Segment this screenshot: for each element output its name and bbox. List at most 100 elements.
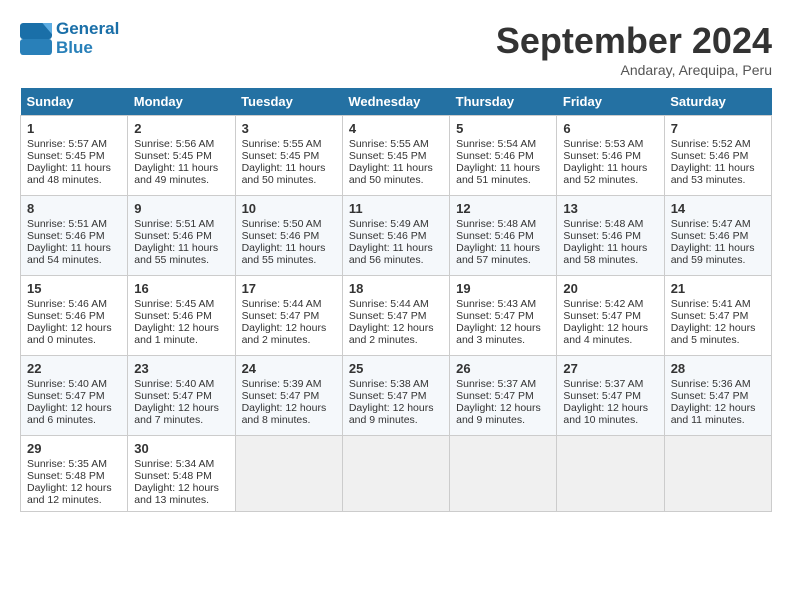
day-detail: Sunset: 5:46 PM [671,150,765,162]
day-detail: Sunrise: 5:37 AM [456,378,550,390]
day-number: 26 [456,361,550,376]
day-detail: and 9 minutes. [456,414,550,426]
day-detail: Daylight: 12 hours [134,482,228,494]
calendar-cell: 29Sunrise: 5:35 AMSunset: 5:48 PMDayligh… [21,436,128,512]
day-detail: Sunrise: 5:40 AM [134,378,228,390]
calendar-cell: 14Sunrise: 5:47 AMSunset: 5:46 PMDayligh… [664,196,771,276]
day-detail: Sunrise: 5:51 AM [134,218,228,230]
calendar-cell: 26Sunrise: 5:37 AMSunset: 5:47 PMDayligh… [450,356,557,436]
day-detail: and 11 minutes. [671,414,765,426]
weekday-header-tuesday: Tuesday [235,88,342,116]
calendar-cell: 8Sunrise: 5:51 AMSunset: 5:46 PMDaylight… [21,196,128,276]
calendar-cell: 9Sunrise: 5:51 AMSunset: 5:46 PMDaylight… [128,196,235,276]
day-number: 14 [671,201,765,216]
day-number: 30 [134,441,228,456]
day-detail: Daylight: 12 hours [27,402,121,414]
day-detail: Sunset: 5:47 PM [349,310,443,322]
day-detail: Sunset: 5:47 PM [563,390,657,402]
day-detail: Sunrise: 5:49 AM [349,218,443,230]
day-detail: Sunset: 5:45 PM [27,150,121,162]
day-detail: and 2 minutes. [349,334,443,346]
day-number: 23 [134,361,228,376]
day-detail: Sunrise: 5:57 AM [27,138,121,150]
day-detail: Sunrise: 5:44 AM [349,298,443,310]
day-detail: and 54 minutes. [27,254,121,266]
calendar-cell: 25Sunrise: 5:38 AMSunset: 5:47 PMDayligh… [342,356,449,436]
calendar-cell: 19Sunrise: 5:43 AMSunset: 5:47 PMDayligh… [450,276,557,356]
day-detail: Daylight: 12 hours [349,322,443,334]
day-detail: Daylight: 11 hours [671,162,765,174]
day-detail: Daylight: 11 hours [563,162,657,174]
day-detail: Sunrise: 5:38 AM [349,378,443,390]
day-detail: Daylight: 12 hours [242,402,336,414]
day-number: 7 [671,121,765,136]
day-detail: Sunset: 5:46 PM [134,310,228,322]
day-detail: Sunset: 5:46 PM [242,230,336,242]
day-number: 3 [242,121,336,136]
calendar-cell: 7Sunrise: 5:52 AMSunset: 5:46 PMDaylight… [664,116,771,196]
day-detail: Sunset: 5:47 PM [671,310,765,322]
day-detail: Sunrise: 5:41 AM [671,298,765,310]
day-number: 25 [349,361,443,376]
day-detail: Daylight: 12 hours [242,322,336,334]
weekday-header-sunday: Sunday [21,88,128,116]
day-detail: Daylight: 12 hours [671,322,765,334]
day-detail: Sunset: 5:46 PM [134,230,228,242]
day-detail: and 10 minutes. [563,414,657,426]
day-number: 15 [27,281,121,296]
day-number: 17 [242,281,336,296]
month-title: September 2024 [496,20,772,62]
day-detail: Daylight: 11 hours [349,242,443,254]
calendar-cell: 20Sunrise: 5:42 AMSunset: 5:47 PMDayligh… [557,276,664,356]
day-detail: and 4 minutes. [563,334,657,346]
day-number: 28 [671,361,765,376]
day-number: 20 [563,281,657,296]
calendar-cell: 16Sunrise: 5:45 AMSunset: 5:46 PMDayligh… [128,276,235,356]
day-detail: Daylight: 12 hours [349,402,443,414]
day-detail: Daylight: 11 hours [27,242,121,254]
day-detail: and 57 minutes. [456,254,550,266]
week-row-2: 8Sunrise: 5:51 AMSunset: 5:46 PMDaylight… [21,196,772,276]
day-detail: Sunrise: 5:34 AM [134,458,228,470]
day-detail: Sunset: 5:48 PM [27,470,121,482]
day-detail: Daylight: 11 hours [242,162,336,174]
day-detail: Daylight: 12 hours [563,402,657,414]
day-number: 13 [563,201,657,216]
day-detail: and 58 minutes. [563,254,657,266]
day-detail: Daylight: 11 hours [242,242,336,254]
calendar-cell [664,436,771,512]
day-number: 18 [349,281,443,296]
calendar-cell: 22Sunrise: 5:40 AMSunset: 5:47 PMDayligh… [21,356,128,436]
day-detail: and 55 minutes. [242,254,336,266]
day-detail: and 7 minutes. [134,414,228,426]
day-detail: Sunrise: 5:36 AM [671,378,765,390]
day-detail: and 5 minutes. [671,334,765,346]
day-detail: Sunset: 5:46 PM [27,230,121,242]
page-header: General Blue September 2024 Andaray, Are… [20,20,772,78]
day-number: 6 [563,121,657,136]
day-detail: Sunrise: 5:54 AM [456,138,550,150]
day-detail: Sunrise: 5:47 AM [671,218,765,230]
day-number: 22 [27,361,121,376]
day-detail: Sunset: 5:46 PM [349,230,443,242]
day-detail: Daylight: 11 hours [563,242,657,254]
day-detail: Daylight: 11 hours [349,162,443,174]
calendar-cell [450,436,557,512]
calendar-cell: 17Sunrise: 5:44 AMSunset: 5:47 PMDayligh… [235,276,342,356]
day-number: 4 [349,121,443,136]
day-detail: Sunset: 5:47 PM [456,310,550,322]
day-detail: Daylight: 11 hours [671,242,765,254]
day-number: 11 [349,201,443,216]
day-detail: and 6 minutes. [27,414,121,426]
day-number: 19 [456,281,550,296]
day-detail: and 8 minutes. [242,414,336,426]
weekday-header-friday: Friday [557,88,664,116]
day-number: 1 [27,121,121,136]
day-detail: Sunrise: 5:55 AM [242,138,336,150]
day-number: 16 [134,281,228,296]
day-detail: and 48 minutes. [27,174,121,186]
calendar-cell: 18 Sunrise: 5:44 AMSunset: 5:47 PMDayligh… [342,276,449,356]
day-number: 27 [563,361,657,376]
day-detail: Daylight: 12 hours [456,402,550,414]
day-detail: and 0 minutes. [27,334,121,346]
